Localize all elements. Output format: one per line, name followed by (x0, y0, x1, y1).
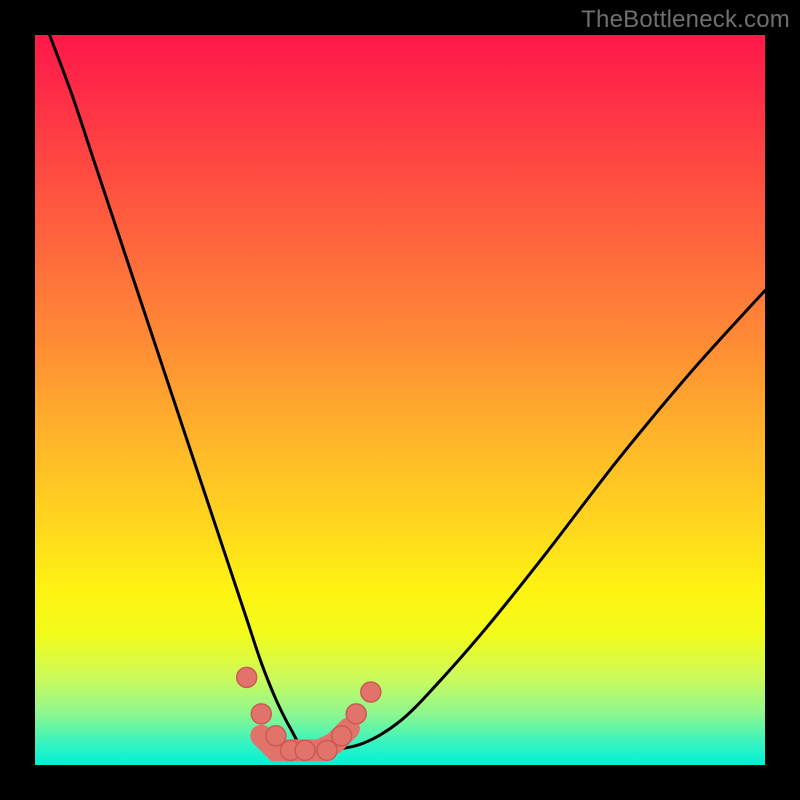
plot-area (35, 35, 765, 765)
chart-frame: TheBottleneck.com (0, 0, 800, 800)
curve-svg (35, 35, 765, 765)
marker-point (237, 667, 257, 687)
marker-point (295, 740, 315, 760)
marker-point (361, 682, 381, 702)
marker-point (346, 704, 366, 724)
marker-point (332, 726, 352, 746)
marker-point (251, 704, 271, 724)
watermark-text: TheBottleneck.com (581, 6, 790, 34)
bottleneck-curve (50, 35, 765, 752)
